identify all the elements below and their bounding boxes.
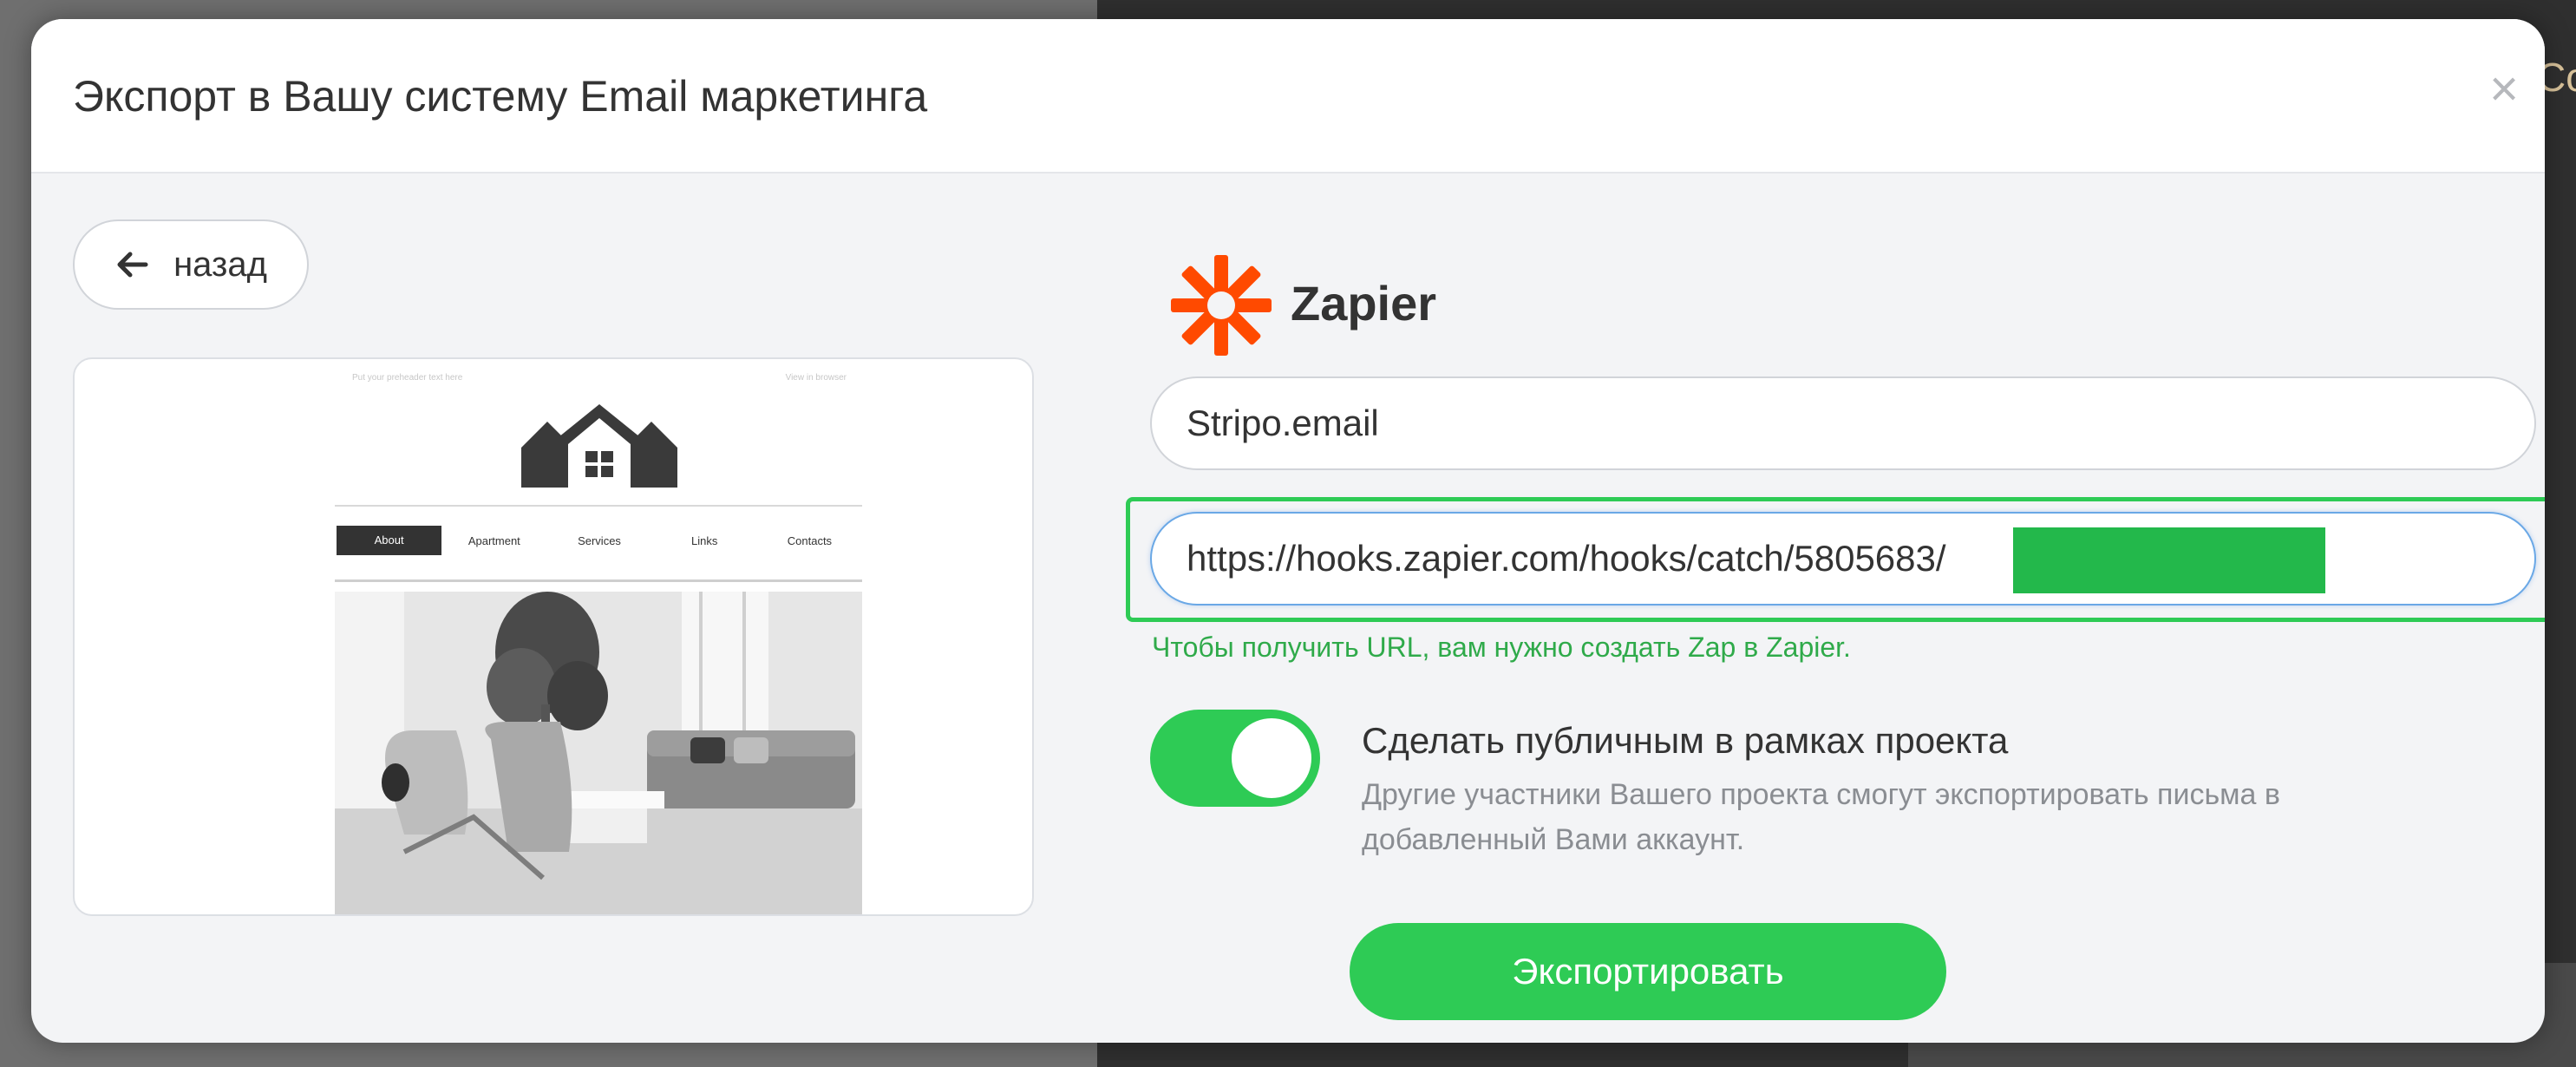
export-button[interactable]: Экспортировать bbox=[1350, 923, 1946, 1020]
email-preview: Put your preheader text here View in bro… bbox=[73, 357, 1034, 916]
view-in-browser-text: View in browser bbox=[785, 373, 847, 383]
house-logo-icon bbox=[521, 404, 677, 492]
account-name-input[interactable] bbox=[1150, 376, 2536, 470]
thumbnail-nav-item: Contacts bbox=[787, 534, 833, 547]
redaction-block bbox=[2013, 527, 2325, 593]
thumbnail-divider bbox=[335, 505, 862, 507]
modal-header: Экспорт в Вашу систему Email маркетинга … bbox=[31, 19, 2545, 173]
thumbnail-nav-item: Services bbox=[578, 534, 621, 547]
interior-photo bbox=[335, 592, 862, 914]
back-button[interactable]: назад bbox=[73, 219, 309, 310]
back-button-label: назад bbox=[173, 245, 267, 284]
url-hint-text: Чтобы получить URL, вам нужно создать Za… bbox=[1152, 632, 1851, 663]
thumbnail-nav-item: Apartment bbox=[467, 534, 520, 547]
thumbnail-nav: About Apartment Services Links Contacts bbox=[335, 526, 862, 555]
webhook-url-input[interactable] bbox=[1150, 512, 2536, 606]
close-icon[interactable]: × bbox=[2489, 64, 2519, 115]
thumbnail-nav-item: About bbox=[337, 526, 442, 555]
modal-title: Экспорт в Вашу систему Email маркетинга bbox=[73, 72, 928, 121]
email-thumbnail: Put your preheader text here View in bro… bbox=[335, 359, 862, 914]
thumbnail-nav-item: Links bbox=[691, 534, 718, 547]
thumbnail-divider bbox=[335, 579, 862, 582]
export-modal: Экспорт в Вашу систему Email маркетинга … bbox=[31, 19, 2545, 1043]
zapier-asterisk-icon bbox=[1169, 253, 1273, 362]
preheader-text: Put your preheader text here bbox=[352, 373, 463, 383]
public-toggle-label: Сделать публичным в рамках проекта bbox=[1362, 720, 2009, 761]
public-toggle[interactable] bbox=[1150, 710, 1320, 807]
thumbnail-preheader: Put your preheader text here View in bro… bbox=[335, 359, 862, 394]
public-toggle-description: Другие участники Вашего проекта смогут э… bbox=[1362, 778, 2280, 856]
toggle-knob bbox=[1232, 718, 1311, 798]
arrow-left-icon bbox=[114, 245, 149, 285]
integration-name: Zapier bbox=[1291, 276, 1437, 331]
